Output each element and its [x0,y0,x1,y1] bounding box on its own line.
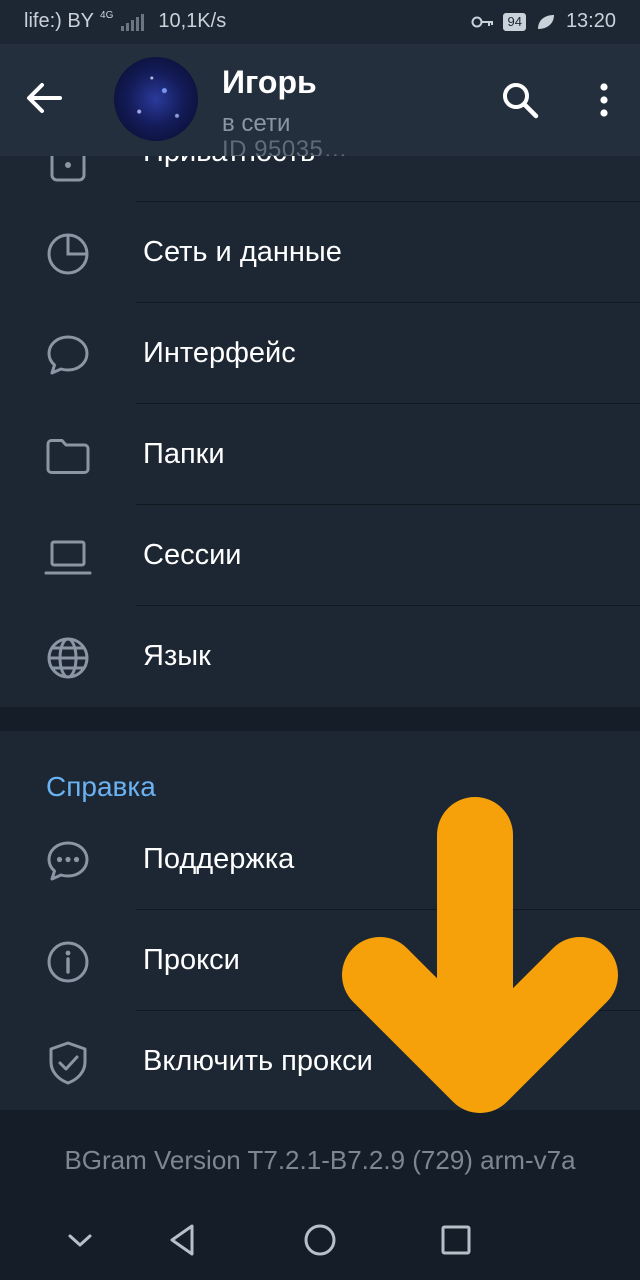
settings-item-label: Сеть и данные [143,236,342,268]
down-arrow-annotation-icon [342,797,618,1113]
nav-home-icon[interactable] [300,1220,340,1260]
chat-bubble-icon [47,335,89,375]
network-type: 4G [100,10,114,21]
version-label: BGram Version T7.2.1-B7.2.9 (729) arm-v7… [0,1110,640,1210]
settings-item-label: Поддержка [143,843,295,875]
avatar[interactable] [114,57,198,141]
chevron-down-icon[interactable] [60,1220,100,1260]
settings-item-sessions[interactable]: Сессии [0,505,640,606]
online-status: в сети [222,110,291,137]
settings-item-label: Сессии [143,539,242,571]
settings-item-interface[interactable]: Интерфейс [0,303,640,404]
chat-dots-icon [47,841,89,881]
back-arrow-icon[interactable] [20,74,68,122]
pie-chart-icon [47,233,89,275]
status-bar: life:) BY 4G 10,1K/s 94 13:20 [0,0,640,44]
system-navigation-bar [0,1200,640,1280]
settings-item-label: Язык [143,640,211,672]
section-title: Справка [46,771,156,802]
settings-item-label: Интерфейс [143,337,296,369]
globe-icon [47,637,89,679]
settings-item-label: Приватность [143,156,315,169]
lock-icon [50,156,86,182]
nav-recents-icon[interactable] [436,1220,476,1260]
settings-item-label: Папки [143,438,225,470]
settings-item-label: Прокси [143,944,240,976]
leaf-icon [537,14,554,29]
nav-back-icon[interactable] [164,1220,204,1260]
profile-header: Игорь в сети ID 95035… [0,44,640,156]
shield-check-icon [49,1041,87,1085]
settings-item-language[interactable]: Язык [0,606,640,707]
profile-name: Игорь [222,64,317,100]
network-speed: 10,1K/s [158,10,227,32]
info-icon [47,941,89,983]
folder-icon [46,439,90,474]
laptop-icon [44,540,92,575]
settings-item-folders[interactable]: Папки [0,404,640,505]
key-icon [471,16,494,27]
settings-item-network[interactable]: Сеть и данные [0,202,640,303]
section-separator [0,707,640,731]
carrier-label: life:) BY [24,10,95,32]
profile-id: ID 95035… [222,136,348,156]
signal-icon [121,13,145,31]
clock: 13:20 [565,10,616,32]
battery-indicator: 94 [503,12,526,31]
more-vertical-icon[interactable] [580,76,628,124]
settings-item-privacy[interactable]: Приватность [0,156,640,202]
search-icon[interactable] [496,76,544,124]
